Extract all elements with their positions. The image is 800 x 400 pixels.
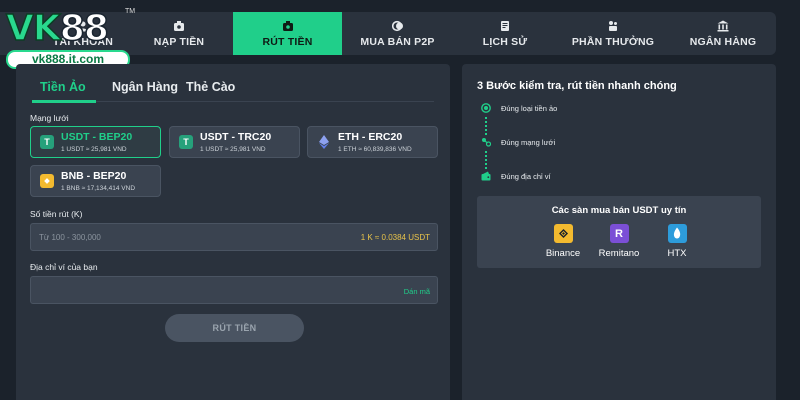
nav-item-bank[interactable]: NGÂN HÀNG bbox=[680, 12, 766, 55]
logo-vk: VK bbox=[5, 8, 61, 49]
nav-label: NẠP TIỀN bbox=[153, 35, 205, 48]
ethereum-icon bbox=[317, 135, 331, 149]
tips-panel: 3 Bước kiểm tra, rút tiền nhanh chóng Đú… bbox=[462, 64, 776, 400]
step-text: Đúng mạng lưới bbox=[501, 137, 556, 147]
nav-label: RÚT TIỀN bbox=[262, 35, 313, 48]
history-icon bbox=[501, 20, 509, 31]
steps-title: 3 Bước kiểm tra, rút tiền nhanh chóng bbox=[477, 80, 677, 92]
htx-icon bbox=[667, 224, 687, 243]
network-option-eth-erc20[interactable]: ETH - ERC20 1 ETH ≈ 60,839,836 VND bbox=[307, 126, 438, 158]
step-item: Đúng loại tiền ảo bbox=[481, 103, 557, 113]
network-rate: 1 ETH ≈ 60,839,836 VND bbox=[338, 146, 412, 153]
withdraw-submit-button[interactable]: RÚT TIỀN bbox=[165, 314, 304, 342]
binance-icon bbox=[553, 224, 573, 243]
exchanges-title: Các sàn mua bán USDT uy tín bbox=[551, 205, 687, 216]
conversion-rate-hint: 1 K ≈ 0.0384 USDT bbox=[360, 233, 430, 242]
nav-item-history[interactable]: LỊCH SỬ bbox=[462, 12, 548, 55]
coins-icon bbox=[391, 20, 403, 31]
exchange-name: HTX bbox=[667, 248, 687, 259]
wallet-icon bbox=[481, 171, 491, 181]
step-connector bbox=[485, 151, 487, 169]
network-rate: 1 USDT ≈ 25,981 VND bbox=[61, 146, 127, 153]
network-name: USDT - BEP20 bbox=[61, 131, 133, 143]
network-option-usdt-trc20[interactable]: T USDT - TRC20 1 USDT ≈ 25,981 VND bbox=[169, 126, 300, 158]
network-option-usdt-bep20[interactable]: T USDT - BEP20 1 USDT ≈ 25,981 VND bbox=[30, 126, 161, 158]
exchange-htx[interactable]: HTX bbox=[647, 224, 707, 259]
withdraw-form-panel: Tiền Ảo Ngân Hàng Thẻ Cào Mạng lưới T US… bbox=[16, 64, 450, 400]
active-tab-indicator bbox=[32, 100, 96, 103]
network-label: Mạng lưới bbox=[30, 113, 69, 123]
nav-item-deposit[interactable]: NẠP TIỀN bbox=[136, 12, 222, 55]
logo-wordmark: VK88 bbox=[5, 8, 110, 49]
nav-item-p2p[interactable]: MUA BÁN P2P bbox=[340, 12, 455, 55]
exchange-name: Remitano bbox=[598, 248, 640, 259]
network-name: BNB - BEP20 bbox=[61, 170, 127, 182]
reward-icon bbox=[609, 20, 617, 31]
network-icon bbox=[482, 138, 491, 147]
network-name: USDT - TRC20 bbox=[200, 131, 272, 143]
trademark: TM bbox=[125, 8, 136, 15]
network-option-bnb-bep20[interactable]: BNB - BEP20 1 BNB ≈ 17,134,414 VND bbox=[30, 165, 161, 197]
tab-crypto[interactable]: Tiền Ảo bbox=[40, 80, 86, 94]
tab-bank[interactable]: Ngân Hàng bbox=[112, 80, 178, 94]
tether-icon: T bbox=[40, 135, 54, 149]
nav-label: LỊCH SỬ bbox=[482, 35, 528, 48]
amount-input[interactable]: Từ 100 - 300,000 1 K ≈ 0.0384 USDT bbox=[30, 223, 438, 251]
tether-icon: T bbox=[179, 135, 193, 149]
tab-card[interactable]: Thẻ Cào bbox=[186, 80, 235, 94]
network-name: ETH - ERC20 bbox=[338, 131, 403, 143]
step-item: Đúng địa chỉ ví bbox=[481, 171, 551, 181]
wallet-label: Địa chỉ ví của bạn bbox=[30, 262, 98, 272]
logo-88: 88 bbox=[59, 8, 110, 49]
method-tabs: Tiền Ảo Ngân Hàng Thẻ Cào bbox=[32, 76, 434, 103]
recommended-exchanges: Các sàn mua bán USDT uy tín Binance R Re… bbox=[477, 196, 761, 268]
coin-check-icon bbox=[481, 103, 491, 113]
remitano-icon: R bbox=[609, 224, 629, 243]
step-text: Đúng loại tiền ảo bbox=[501, 103, 558, 113]
brand-logo[interactable]: VK88 TM vk888.it.com bbox=[4, 8, 136, 69]
nav-label: PHẦN THƯỞNG bbox=[571, 35, 655, 48]
step-connector bbox=[485, 117, 487, 135]
exchange-name: Binance bbox=[545, 248, 581, 259]
deposit-icon bbox=[174, 20, 184, 31]
nav-item-rewards[interactable]: PHẦN THƯỞNG bbox=[563, 12, 663, 55]
paste-button[interactable]: Dán mã bbox=[404, 287, 430, 296]
exchange-remitano[interactable]: R Remitano bbox=[589, 224, 649, 259]
wallet-address-input[interactable]: Dán mã bbox=[30, 276, 438, 304]
step-text: Đúng địa chỉ ví bbox=[501, 171, 551, 181]
bnb-icon bbox=[40, 174, 54, 188]
exchange-binance[interactable]: Binance bbox=[533, 224, 593, 259]
amount-placeholder: Từ 100 - 300,000 bbox=[39, 233, 101, 242]
amount-label: Số tiền rút (K) bbox=[30, 209, 83, 219]
withdraw-icon bbox=[282, 20, 293, 31]
network-rate: 1 USDT ≈ 25,981 VND bbox=[200, 146, 266, 153]
nav-label: MUA BÁN P2P bbox=[360, 35, 435, 48]
nav-label: NGÂN HÀNG bbox=[689, 35, 757, 48]
nav-item-withdraw[interactable]: RÚT TIỀN bbox=[233, 12, 342, 55]
network-rate: 1 BNB ≈ 17,134,414 VND bbox=[61, 185, 136, 192]
step-item: Đúng mạng lưới bbox=[481, 137, 555, 147]
bank-icon bbox=[717, 20, 729, 31]
